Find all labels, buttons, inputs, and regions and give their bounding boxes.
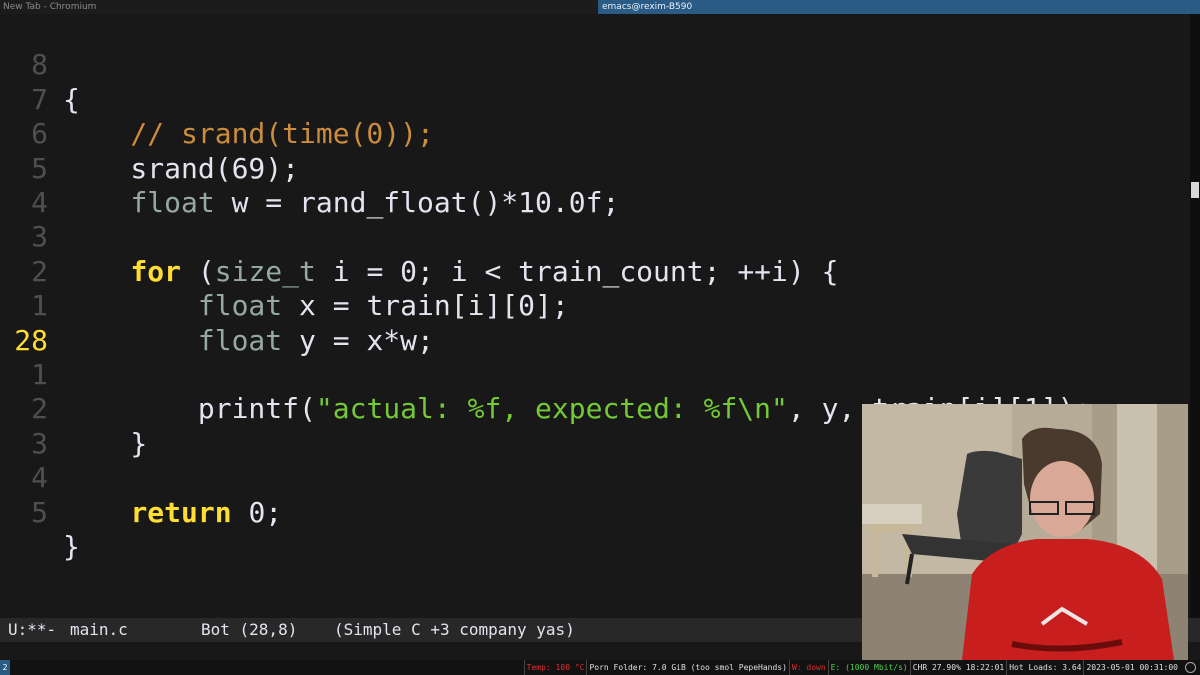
folder-size-status: Porn Folder: 7.0 GiB (too smol PepeHands… <box>586 660 788 675</box>
keyword-token: return <box>130 495 232 529</box>
window-title-bar: New Tab - Chromium emacs@rexim-B590 <box>0 0 1200 14</box>
code-token: 0; <box>231 495 283 529</box>
load-status: Hot Loads: 3.64 <box>1006 660 1083 675</box>
status-items: Temp: 100 °C Porn Folder: 7.0 GiB (too s… <box>523 660 1180 675</box>
code-text: } <box>63 530 80 563</box>
i3-status-bar: 2 Temp: 100 °C Porn Folder: 7.0 GiB (too… <box>0 660 1200 675</box>
power-icon[interactable] <box>1185 662 1196 673</box>
code-line: 6 srand(69); <box>0 83 1190 184</box>
code-line: 4 <box>0 152 1190 219</box>
browser-window-title[interactable]: New Tab - Chromium <box>0 0 598 14</box>
scrollbar-thumb[interactable] <box>1191 182 1199 198</box>
buffer-filename[interactable]: main.c <box>70 618 128 642</box>
code-line: 7 // srand(time(0)); <box>0 48 1190 150</box>
code-line: 2 float x = train[i][0]; <box>0 220 1190 322</box>
code-line: 1 printf("actual: %f, expected: %f\n", y… <box>0 324 1190 425</box>
workspace-button[interactable]: 2 <box>0 660 10 675</box>
battery-status: CHR 27.90% 18:22:01 <box>909 660 1007 675</box>
code-line: 3 for (size_t i = 0; i < train_count; ++… <box>0 186 1190 287</box>
editor-scrollbar[interactable] <box>1190 14 1200 618</box>
webcam-overlay <box>862 404 1188 660</box>
buffer-state: U:**- <box>8 620 57 639</box>
line-number: 5 <box>31 495 48 529</box>
major-mode[interactable]: (Simple C +3 company yas) <box>334 618 575 642</box>
wifi-status: W: down <box>788 660 828 675</box>
code-line: 5 float w = rand_float()*10.0f; <box>0 117 1190 219</box>
code-line: 1 float y = x*w; <box>0 255 1190 356</box>
ethernet-status: E: (1000 Mbit/s) <box>827 660 910 675</box>
cursor-position: Bot (28,8) <box>201 620 298 639</box>
webcam-image <box>862 404 1188 660</box>
code-text: return 0; <box>63 496 282 530</box>
emacs-window-title[interactable]: emacs@rexim-B590 <box>598 0 1200 14</box>
code-line: 2 } <box>0 358 1190 459</box>
current-line: 28 <box>0 289 1190 357</box>
datetime-status: 2023-05-01 00:31:00 <box>1083 660 1180 675</box>
code-line: 8 { <box>0 14 1190 115</box>
temperature-status: Temp: 100 °C <box>523 660 587 675</box>
